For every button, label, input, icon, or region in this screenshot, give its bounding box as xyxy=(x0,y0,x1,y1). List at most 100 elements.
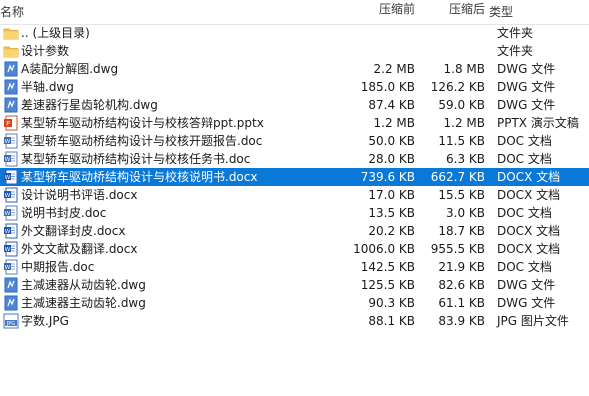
file-type: DOC 文档 xyxy=(497,260,552,274)
docx-file-icon: W xyxy=(3,223,19,239)
file-size-before: 1006.0 KB xyxy=(353,242,415,256)
file-size-before: 88.1 KB xyxy=(368,314,415,328)
docx-file-icon: W xyxy=(3,241,19,257)
file-size-before: 2.2 MB xyxy=(373,62,415,76)
file-size-after: 83.9 KB xyxy=(438,314,485,328)
file-type: DOCX 文档 xyxy=(497,188,561,202)
file-type: PPTX 演示文稿 xyxy=(497,116,579,130)
file-row[interactable]: W 外文翻译封皮.docx 20.2 KB 18.7 KB DOCX 文档 xyxy=(0,222,589,240)
file-name: 某型轿车驱动桥结构设计与校核答辩ppt.pptx xyxy=(21,116,264,130)
column-header-name[interactable]: 名称 xyxy=(0,3,24,21)
dwg-file-icon xyxy=(3,277,19,293)
file-size-after: 1.2 MB xyxy=(443,116,485,130)
file-type: DWG 文件 xyxy=(497,296,556,310)
doc-file-icon: W xyxy=(3,151,19,167)
file-size-after: 15.5 KB xyxy=(438,188,485,202)
file-name: 主减速器主动齿轮.dwg xyxy=(21,296,146,310)
file-row[interactable]: A装配分解图.dwg 2.2 MB 1.8 MB DWG 文件 xyxy=(0,60,589,78)
file-row[interactable]: 主减速器主动齿轮.dwg 90.3 KB 61.1 KB DWG 文件 xyxy=(0,294,589,312)
dwg-file-icon xyxy=(3,79,19,95)
dwg-file-icon xyxy=(3,61,19,77)
file-size-after: 59.0 KB xyxy=(438,98,485,112)
file-size-before: 13.5 KB xyxy=(368,206,415,220)
folder-icon xyxy=(3,43,19,59)
file-row[interactable]: JPG 字数.JPG 88.1 KB 83.9 KB JPG 图片文件 xyxy=(0,312,589,330)
svg-text:W: W xyxy=(5,139,11,145)
file-name: 某型轿车驱动桥结构设计与校核开题报告.doc xyxy=(21,134,263,148)
file-name: .. (上级目录) xyxy=(21,26,90,40)
file-size-after: 955.5 KB xyxy=(430,242,485,256)
docx-file-icon: W xyxy=(3,169,19,185)
file-type: DOC 文档 xyxy=(497,134,552,148)
dwg-file-icon xyxy=(3,295,19,311)
folder-icon xyxy=(3,25,19,41)
file-type: DWG 文件 xyxy=(497,278,556,292)
file-type: 文件夹 xyxy=(497,44,534,58)
file-row[interactable]: 设计参数 文件夹 xyxy=(0,42,589,60)
file-row[interactable]: 主减速器从动齿轮.dwg 125.5 KB 82.6 KB DWG 文件 xyxy=(0,276,589,294)
file-row[interactable]: P 某型轿车驱动桥结构设计与校核答辩ppt.pptx 1.2 MB 1.2 MB PPT… xyxy=(0,114,589,132)
file-row[interactable]: W 说明书封皮.doc 13.5 KB 3.0 KB DOC 文档 xyxy=(0,204,589,222)
file-name: 半轴.dwg xyxy=(21,80,74,94)
file-name: 设计参数 xyxy=(21,44,70,58)
file-name: 某型轿车驱动桥结构设计与校核说明书.docx xyxy=(21,170,258,184)
file-name: 主减速器从动齿轮.dwg xyxy=(21,278,146,292)
file-name: 说明书封皮.doc xyxy=(21,206,107,220)
svg-text:W: W xyxy=(5,193,11,199)
file-row[interactable]: W 外文文献及翻译.docx 1006.0 KB 955.5 KB DOCX 文档 xyxy=(0,240,589,258)
file-type: DOC 文档 xyxy=(497,152,552,166)
file-size-before: 185.0 KB xyxy=(360,80,415,94)
column-header-type[interactable]: 类型 xyxy=(489,3,513,21)
file-size-after: 82.6 KB xyxy=(438,278,485,292)
file-size-before: 142.5 KB xyxy=(360,260,415,274)
file-row[interactable]: W 设计说明书评语.docx 17.0 KB 15.5 KB DOCX 文档 xyxy=(0,186,589,204)
svg-text:JPG: JPG xyxy=(6,321,15,327)
svg-text:W: W xyxy=(5,175,11,181)
file-type: 文件夹 xyxy=(497,26,534,40)
file-type: DWG 文件 xyxy=(497,62,556,76)
file-row[interactable]: 半轴.dwg 185.0 KB 126.2 KB DWG 文件 xyxy=(0,78,589,96)
file-type: JPG 图片文件 xyxy=(497,314,569,328)
file-size-before: 125.5 KB xyxy=(360,278,415,292)
svg-text:W: W xyxy=(5,265,11,271)
file-row[interactable]: .. (上级目录) 文件夹 xyxy=(0,24,589,42)
file-size-after: 18.7 KB xyxy=(438,224,485,238)
file-size-after: 21.9 KB xyxy=(438,260,485,274)
svg-text:P: P xyxy=(6,121,10,128)
column-header-size-before[interactable]: 压缩前 xyxy=(351,0,415,18)
doc-file-icon: W xyxy=(3,205,19,221)
file-size-before: 90.3 KB xyxy=(368,296,415,310)
file-size-before: 50.0 KB xyxy=(368,134,415,148)
file-size-after: 61.1 KB xyxy=(438,296,485,310)
file-type: DOCX 文档 xyxy=(497,224,561,238)
file-size-after: 126.2 KB xyxy=(430,80,485,94)
file-row[interactable]: W 中期报告.doc 142.5 KB 21.9 KB DOC 文档 xyxy=(0,258,589,276)
file-size-before: 28.0 KB xyxy=(368,152,415,166)
file-size-after: 11.5 KB xyxy=(438,134,485,148)
svg-text:W: W xyxy=(5,211,11,217)
file-name: 差速器行星齿轮机构.dwg xyxy=(21,98,158,112)
file-name: A装配分解图.dwg xyxy=(21,62,119,76)
file-row[interactable]: W 某型轿车驱动桥结构设计与校核开题报告.doc 50.0 KB 11.5 KB DOC… xyxy=(0,132,589,150)
dwg-file-icon xyxy=(3,97,19,113)
file-size-before: 1.2 MB xyxy=(373,116,415,130)
file-size-before: 739.6 KB xyxy=(360,170,415,184)
file-type: DWG 文件 xyxy=(497,80,556,94)
file-type: DOC 文档 xyxy=(497,206,552,220)
pptx-file-icon: P xyxy=(3,115,19,131)
file-type: DOCX 文档 xyxy=(497,242,561,256)
file-name: 中期报告.doc xyxy=(21,260,95,274)
file-size-before: 20.2 KB xyxy=(368,224,415,238)
svg-text:W: W xyxy=(5,247,11,253)
file-row[interactable]: 差速器行星齿轮机构.dwg 87.4 KB 59.0 KB DWG 文件 xyxy=(0,96,589,114)
column-header-size-after[interactable]: 压缩后 xyxy=(421,0,485,18)
file-name: 某型轿车驱动桥结构设计与校核任务书.doc xyxy=(21,152,251,166)
file-row[interactable]: W 某型轿车驱动桥结构设计与校核说明书.docx 739.6 KB 662.7 KB D… xyxy=(0,168,589,186)
file-size-before: 17.0 KB xyxy=(368,188,415,202)
file-name: 外文文献及翻译.docx xyxy=(21,242,138,256)
file-type: DWG 文件 xyxy=(497,98,556,112)
jpg-file-icon: JPG xyxy=(3,313,19,329)
file-name: 字数.JPG xyxy=(21,314,69,328)
file-row[interactable]: W 某型轿车驱动桥结构设计与校核任务书.doc 28.0 KB 6.3 KB DOC 文… xyxy=(0,150,589,168)
doc-file-icon: W xyxy=(3,259,19,275)
